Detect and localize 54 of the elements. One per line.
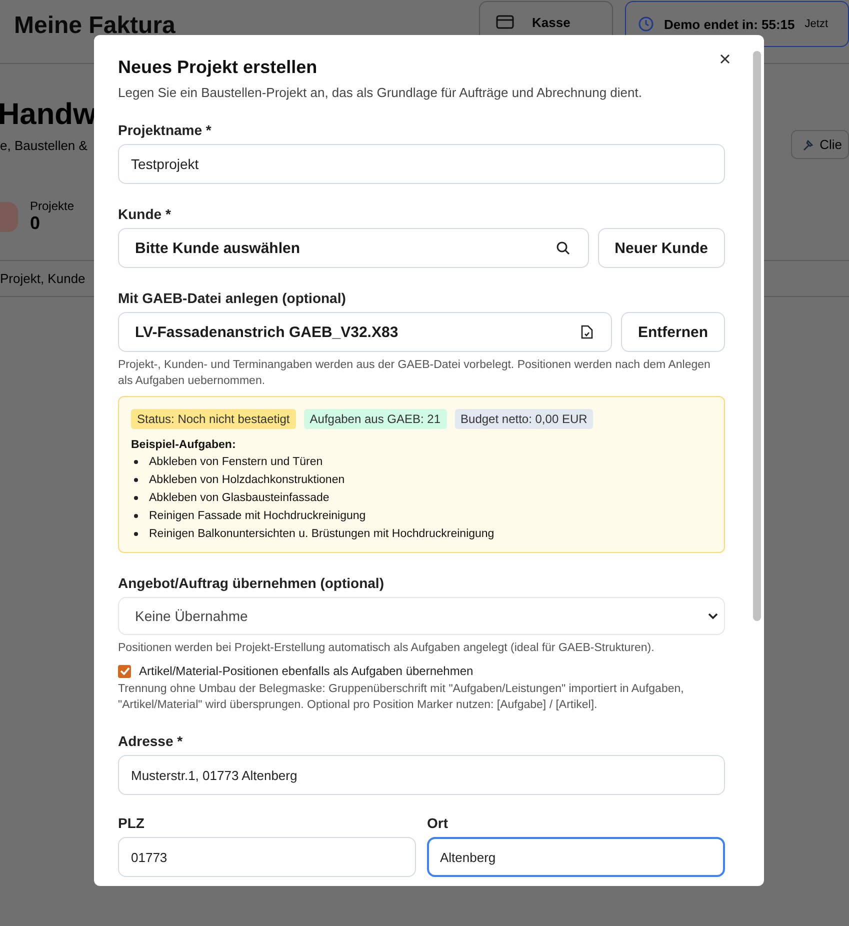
tool-button[interactable]: Clie <box>790 130 849 159</box>
zip-field[interactable]: 01773 <box>118 837 416 877</box>
checkbox[interactable] <box>118 664 131 678</box>
remove-button[interactable]: Entfernen <box>620 312 725 352</box>
city-field[interactable]: Altenberg <box>427 837 725 877</box>
example-task: Abkleben von Fenstern und Türen <box>149 455 323 470</box>
clock-icon <box>638 16 654 32</box>
field-label: Ort <box>427 815 449 831</box>
help-text: Projekt-, Kunden- und Terminangaben werden aus der GAEB-Datei vorbelegt. Positionen werden nach dem Anlegen als Aufgaben uebernommen. <box>118 358 712 389</box>
close-icon <box>720 54 730 64</box>
close-button[interactable] <box>718 52 732 66</box>
chevron-icon <box>708 612 718 620</box>
stat-icon <box>0 202 18 232</box>
stat-value: 0 <box>30 213 42 234</box>
customer-picker[interactable]: Bitte Kunde auswählen <box>118 228 589 268</box>
field-label: PLZ <box>118 815 146 831</box>
page-heading: Handw <box>0 98 96 132</box>
dialog-subtitle: Legen Sie ein Baustellen-Projekt an, das als Grundlage für Aufträge und Abrechnung dient. <box>118 85 643 100</box>
examples-title: Beispiel-Aufgaben: <box>131 439 237 451</box>
demo-timer: Demo endet in: 55:15 <box>664 16 795 32</box>
status-tag: Budget netto: 0,00 EUR <box>454 409 594 429</box>
file-field[interactable]: LV-Fassadenanstrich GAEB_V32.X83 <box>118 312 612 352</box>
example-task: Reinigen Fassade mit Hochdruckreinigung <box>149 509 366 524</box>
hammer-icon <box>802 138 814 150</box>
demo-link[interactable]: Jetzt <box>804 18 828 30</box>
bullet-icon <box>134 496 138 500</box>
example-task: Reinigen Balkonuntersichten u. Brüstungen mit Hochdruckreinigung <box>149 527 494 542</box>
bullet-icon <box>134 478 138 482</box>
bullet-icon <box>134 460 138 464</box>
status-tag: Status: Noch nicht bestaetigt <box>131 409 296 429</box>
field-label: Projektname * <box>118 122 212 138</box>
example-task: Abkleben von Glasbausteinfassade <box>149 491 330 506</box>
bullet-icon <box>134 532 138 536</box>
page-subheading: e, Baustellen & <box>0 138 88 153</box>
help-text: Trennung ohne Umbau der Belegmaske: Gruppenüberschrift mit "Aufgaben/Leistungen" importiert in Aufgaben, "Artikel/Material" wird übersprungen. Optional pro Position Marker nutzen: [Aufgabe] / [Artikel]. <box>118 682 685 713</box>
stat-label: Projekte <box>30 199 74 213</box>
field-label: Adresse * <box>118 733 184 749</box>
field-label: Angebot/Auftrag übernehmen (optional) <box>118 575 385 591</box>
checkbox-label: Artikel/Material-Positionen ebenfalls als Aufgaben übernehmen <box>139 664 474 678</box>
dialog-title: Neues Projekt erstellen <box>118 57 318 78</box>
address-field[interactable]: Musterstr.1, 01773 Altenberg <box>118 755 725 795</box>
project-name-field[interactable]: Testprojekt <box>118 144 725 184</box>
search-icon <box>556 241 570 255</box>
card-icon <box>496 15 514 29</box>
new-customer-button[interactable]: Neuer Kunde <box>598 228 725 268</box>
field-label: Kunde * <box>118 206 172 222</box>
file-icon <box>580 325 593 339</box>
field-label: Mit GAEB-Datei anlegen (optional) <box>118 290 347 306</box>
status-tag: Aufgaben aus GAEB: 21 <box>304 409 447 429</box>
bullet-icon <box>134 514 138 518</box>
help-text: Positionen werden bei Projekt-Erstellung automatisch als Aufgaben angelegt (ideal für GAEB-Strukturen). <box>118 641 656 656</box>
app-title: Meine Faktura <box>14 12 176 40</box>
takeover-select[interactable]: Keine Übernahme <box>118 597 725 635</box>
example-task: Abkleben von Holzdachkonstruktionen <box>149 473 345 488</box>
